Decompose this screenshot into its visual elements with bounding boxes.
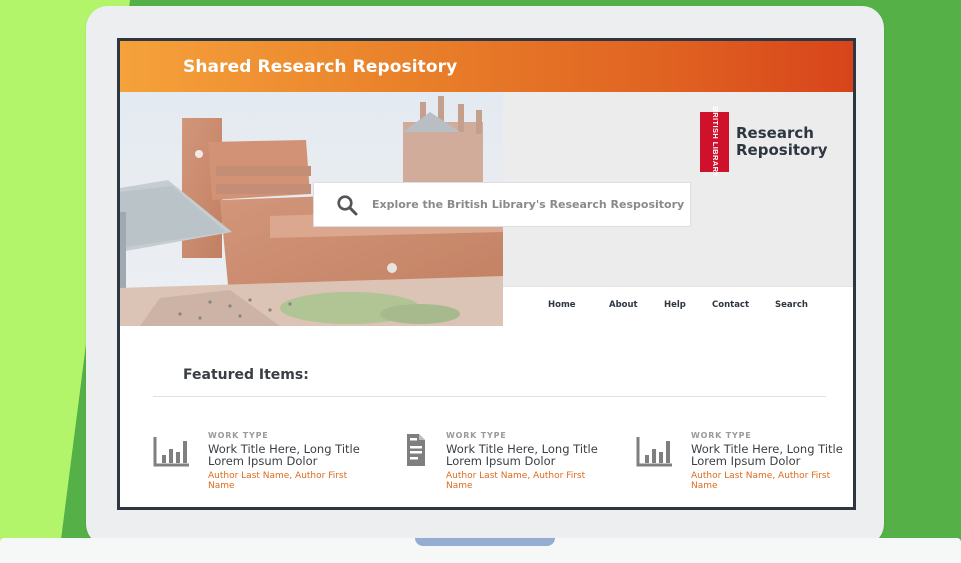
search-icon [337, 194, 358, 215]
work-type-label: WORK TYPE [446, 431, 507, 440]
website-viewport: Shared Research Repository BRITISH LIBRA… [120, 41, 853, 507]
laptop-notch [415, 538, 555, 546]
nav-help[interactable]: Help [664, 300, 686, 310]
british-library-brand[interactable]: BRITISH LIBRARY Research Repository [700, 106, 828, 178]
laptop-screen: Shared Research Repository BRITISH LIBRA… [117, 38, 856, 510]
document-icon [407, 434, 425, 466]
british-library-logo: BRITISH LIBRARY [700, 106, 729, 178]
brand-name: Research Repository [736, 125, 828, 159]
work-title[interactable]: Work Title Here, Long Title Lorem Ipsum … [208, 443, 368, 467]
bar-chart-icon [636, 437, 672, 467]
featured-heading: Featured Items: [183, 367, 309, 383]
search-input[interactable]: Explore the British Library's Research R… [313, 182, 691, 227]
work-author[interactable]: Author Last Name, Author First Name [691, 471, 851, 491]
nav-contact[interactable]: Contact [712, 300, 749, 310]
featured-divider [153, 396, 826, 397]
nav-home[interactable]: Home [548, 300, 576, 310]
work-author[interactable]: Author Last Name, Author First Name [446, 471, 606, 491]
brand-name-line1: Research [736, 124, 814, 142]
site-header: Shared Research Repository [120, 41, 853, 92]
hero-banner: BRITISH LIBRARY Research Repository Expl… [120, 92, 853, 326]
brand-name-line2: Repository [736, 141, 828, 159]
featured-item-body: WORK TYPE Work Title Here, Long Title Lo… [446, 431, 606, 491]
nav-about[interactable]: About [609, 300, 638, 310]
featured-item-body: WORK TYPE Work Title Here, Long Title Lo… [691, 431, 851, 491]
work-title[interactable]: Work Title Here, Long Title Lorem Ipsum … [446, 443, 606, 467]
site-title[interactable]: Shared Research Repository [183, 57, 457, 77]
main-nav: Home About Help Contact Search [503, 286, 853, 326]
work-type-label: WORK TYPE [208, 431, 269, 440]
work-title[interactable]: Work Title Here, Long Title Lorem Ipsum … [691, 443, 851, 467]
work-author[interactable]: Author Last Name, Author First Name [208, 471, 368, 491]
logo-text: BRITISH LIBRARY [710, 106, 720, 178]
search-placeholder: Explore the British Library's Research R… [372, 198, 685, 211]
featured-item-body: WORK TYPE Work Title Here, Long Title Lo… [208, 431, 368, 491]
work-type-label: WORK TYPE [691, 431, 752, 440]
bar-chart-icon [153, 437, 189, 467]
nav-search[interactable]: Search [775, 300, 808, 310]
